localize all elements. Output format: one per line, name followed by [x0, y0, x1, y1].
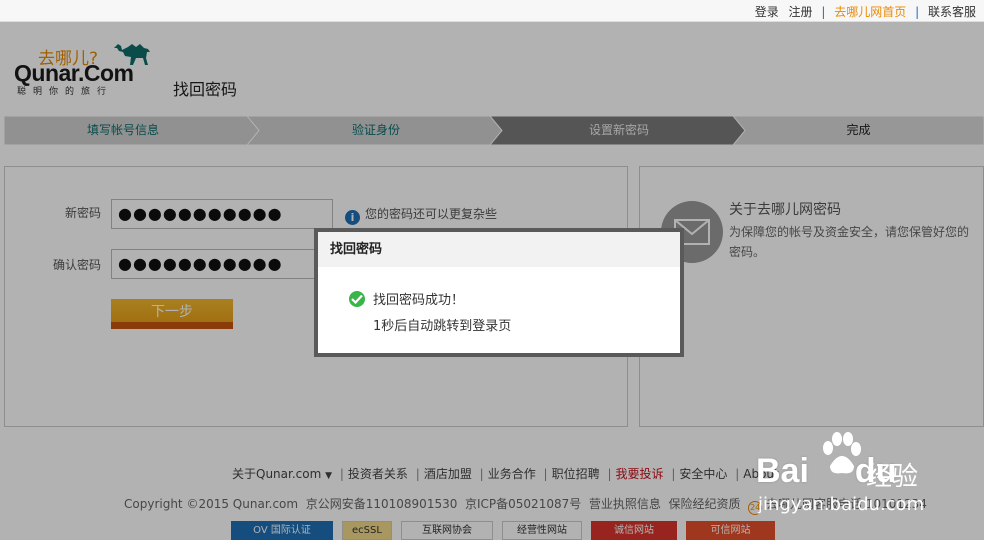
success-dialog: 找回密码 找回密码成功！ 1秒后自动跳转到登录页: [314, 228, 684, 357]
watermark-logo-bai: Bai: [756, 452, 809, 490]
dialog-title: 找回密码: [318, 232, 680, 267]
home-link[interactable]: 去哪儿网首页: [834, 5, 906, 19]
top-links: 登录 注册 | 去哪儿网首页 | 联系客服: [755, 3, 976, 20]
check-glyph: [351, 294, 363, 304]
check-icon: [349, 291, 365, 307]
dialog-success-message: 找回密码成功！: [349, 289, 464, 308]
watermark-cn: 经验: [866, 462, 919, 492]
success-text: 找回密码成功！: [373, 293, 465, 308]
contact-link[interactable]: 联系客服: [928, 5, 976, 19]
paw-icon: [823, 432, 861, 474]
top-bar: 登录 注册 | 去哪儿网首页 | 联系客服: [0, 0, 984, 22]
register-link[interactable]: 注册: [789, 5, 813, 19]
dialog-redirect-message: 1秒后自动跳转到登录页: [373, 319, 512, 334]
separator: |: [821, 5, 826, 19]
separator: |: [915, 5, 920, 19]
baidu-jingyan-watermark: Bai du 经验 jingyan.baidu.com: [756, 432, 984, 540]
watermark-url: jingyan.baidu.com: [758, 494, 925, 515]
login-link[interactable]: 登录: [755, 5, 779, 19]
